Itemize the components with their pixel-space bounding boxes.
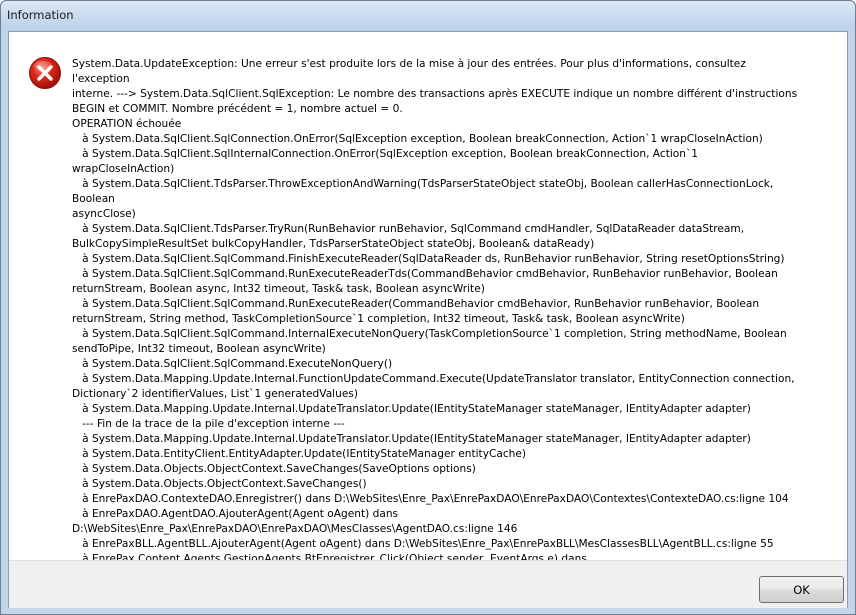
ok-button[interactable]: OK (759, 576, 844, 603)
message-area: System.Data.UpdateException: Une erreur … (9, 32, 847, 580)
window-title: Information (7, 8, 74, 22)
message-line: à System.Data.SqlClient.SqlCommand.Finis… (72, 253, 785, 265)
message-line: D:\WebSites\Enre_Pax\EnrePaxDAO\EnrePaxD… (72, 523, 518, 535)
message-line: à System.Data.Mapping.Update.Internal.Up… (72, 403, 751, 415)
message-line: à System.Data.Mapping.Update.Internal.Fu… (72, 373, 795, 385)
message-line: à System.Data.SqlClient.SqlInternalConne… (72, 148, 702, 175)
message-line: Dictionary`2 identifierValues, List`1 ge… (72, 388, 359, 400)
message-line: à System.Data.EntityClient.EntityAdapter… (72, 448, 527, 460)
message-line: returnStream, Boolean async, Int32 timeo… (72, 283, 485, 295)
message-line: à System.Data.Objects.ObjectContext.Save… (72, 463, 476, 475)
message-box-window: Information System.Data.UpdateException:… (0, 0, 856, 615)
message-line: à System.Data.Mapping.Update.Internal.Up… (72, 433, 751, 445)
title-bar[interactable]: Information (1, 1, 855, 31)
message-line: à EnrePaxDAO.ContexteDAO.Enregistrer() d… (72, 493, 789, 505)
message-line: à System.Data.SqlClient.TdsParser.TryRun… (72, 223, 745, 235)
message-line: à System.Data.SqlClient.SqlConnection.On… (72, 133, 763, 145)
message-line: à System.Data.SqlClient.SqlCommand.RunEx… (72, 268, 778, 280)
message-line: returnStream, String method, TaskComplet… (72, 313, 685, 325)
message-line: à System.Data.Objects.ObjectContext.Save… (72, 478, 367, 490)
message-line: à System.Data.SqlClient.TdsParser.ThrowE… (72, 178, 777, 205)
message-line: OPERATION échouée (72, 118, 182, 130)
message-line: asyncClose) (72, 208, 136, 220)
message-line: à EnrePaxDAO.AgentDAO.AjouterAgent(Agent… (72, 508, 399, 520)
error-icon (29, 57, 61, 89)
message-line: interne. ---> System.Data.SqlClient.SqlE… (72, 88, 798, 100)
dialog-client-area: System.Data.UpdateException: Une erreur … (8, 31, 848, 608)
button-bar: OK (9, 560, 847, 608)
message-line: --- Fin de la trace de la pile d'excepti… (72, 418, 345, 430)
message-line: System.Data.UpdateException: Une erreur … (72, 58, 750, 85)
message-line: à System.Data.SqlClient.SqlCommand.Execu… (72, 358, 393, 370)
message-line: BulkCopySimpleResultSet bulkCopyHandler,… (72, 238, 595, 250)
message-line: BEGIN et COMMIT. Nombre précédent = 1, n… (72, 103, 403, 115)
error-message: System.Data.UpdateException: Une erreur … (72, 57, 802, 582)
message-line: à System.Data.SqlClient.SqlCommand.Inter… (72, 328, 787, 340)
message-line: à System.Data.SqlClient.SqlCommand.RunEx… (72, 298, 760, 310)
message-line: à EnrePaxBLL.AgentBLL.AjouterAgent(Agent… (72, 538, 774, 550)
message-line: sendToPipe, Int32 timeout, Boolean async… (72, 343, 326, 355)
